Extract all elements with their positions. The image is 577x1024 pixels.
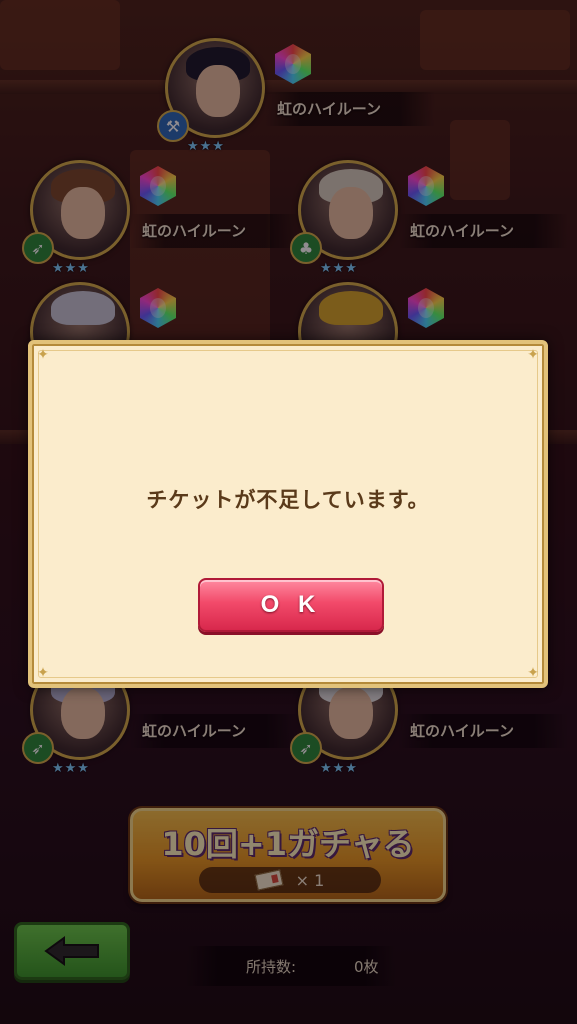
dialog-corner-ornament: ✦ xyxy=(527,665,539,681)
dialog-message: チケットが不足しています。 xyxy=(146,488,430,512)
dialog-corner-ornament: ✦ xyxy=(37,347,49,363)
gacha-result-screen: ⚒ ★★★ 虹のハイルーン ➶ ★★★ 虹のハイルーン ♣ ★★★ 虹のハイルー… xyxy=(0,0,577,1024)
dialog-corner-ornament: ✦ xyxy=(527,347,539,363)
insufficient-ticket-dialog: ✦ ✦ ✦ ✦ チケットが不足しています。 O K xyxy=(28,340,548,688)
dialog-corner-ornament: ✦ xyxy=(37,665,49,681)
ok-button[interactable]: O K xyxy=(198,578,384,632)
